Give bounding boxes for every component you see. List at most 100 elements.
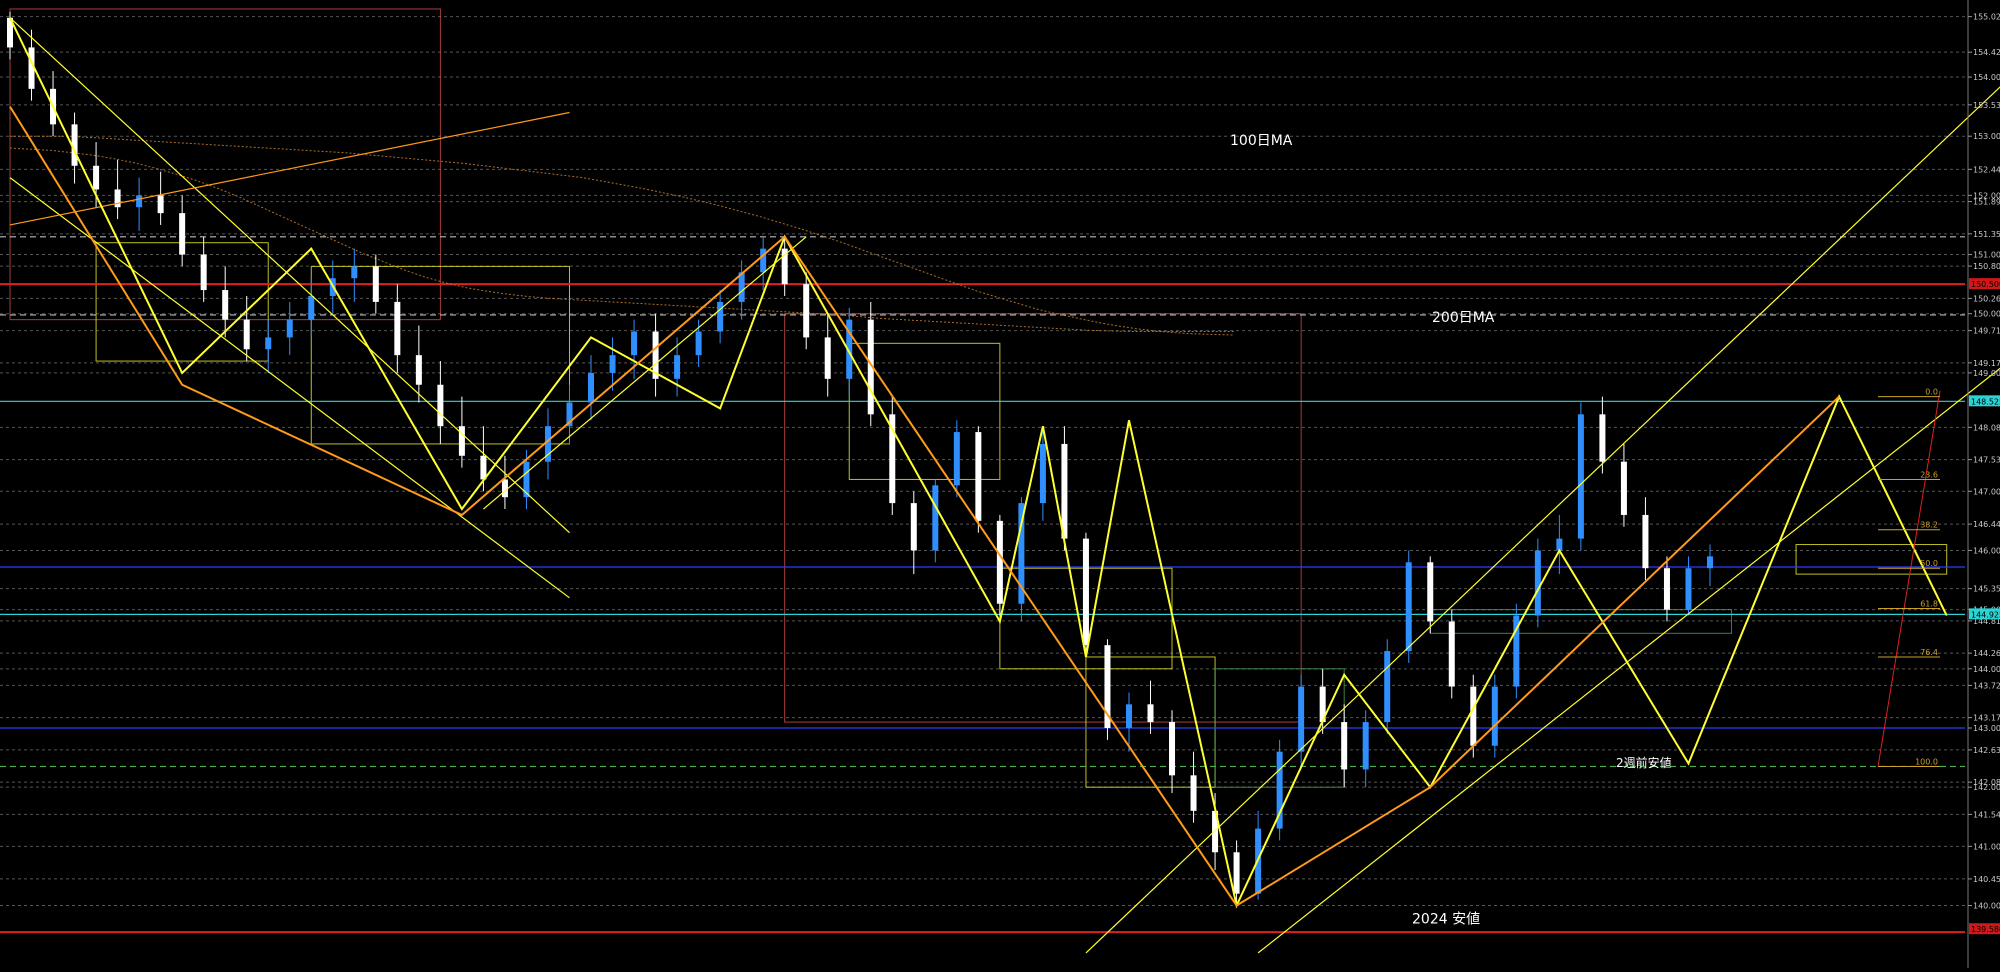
chart-annotation: 200日MA [1432, 310, 1495, 326]
candle-body [265, 337, 272, 350]
candle-body [415, 355, 422, 385]
candle-body [1341, 722, 1348, 770]
candle-body [458, 426, 465, 456]
candle-body [803, 284, 810, 338]
price-axis-label: 150.260 [1973, 294, 2000, 303]
candle-body [1534, 550, 1541, 616]
candle-body [222, 290, 229, 320]
price-axis-label: 147.000 [1973, 487, 2000, 496]
chart-annotation: 2週前安値 [1616, 755, 1672, 770]
price-axis-label: 142.630 [1973, 746, 2000, 755]
candle-body [631, 331, 638, 356]
price-axis-label: 141.000 [1973, 842, 2000, 851]
fibonacci-level-label: 61.8 [1920, 599, 1938, 608]
price-axis-label: 151.350 [1973, 230, 2000, 239]
price-axis-label: 149.170 [1973, 359, 2000, 368]
current-price-tag-label: 139.580 [1971, 925, 2000, 934]
fibonacci-level-label: 23.6 [1920, 470, 1938, 479]
price-axis-label: 149.715 [1973, 327, 2000, 336]
candle-body [1707, 556, 1713, 569]
price-axis-label: 141.540 [1973, 810, 2000, 819]
candle-body [1169, 722, 1176, 776]
candle-body [200, 254, 207, 291]
candle-body [1599, 414, 1606, 462]
candle-body [996, 520, 1003, 604]
fibonacci-level-label: 76.4 [1920, 648, 1938, 657]
candle-body [1642, 514, 1649, 569]
candle-body [1427, 562, 1434, 622]
candle-body [136, 195, 143, 208]
price-axis-label: 150.000 [1973, 310, 2000, 319]
candle-body [609, 355, 616, 373]
candle-body [308, 295, 315, 320]
price-axis-label: 154.000 [1973, 73, 2000, 82]
price-axis-label: 155.020 [1973, 13, 2000, 22]
price-axis-label: 151.895 [1973, 198, 2000, 207]
candle-body [179, 213, 186, 255]
price-axis-label: 142.000 [1973, 783, 2000, 792]
price-chart: 0.0 23.6 38.2 50.0 61.8 76.4 100.0 100日MA 200日M… [0, 0, 2000, 968]
chart-annotation: 100日MA [1230, 133, 1293, 149]
price-axis-label: 152.440 [1973, 165, 2000, 174]
price-axis-label: 143.000 [1973, 724, 2000, 733]
candle-body [1663, 568, 1670, 610]
price-axis-label: 143.175 [1973, 714, 2000, 723]
chart-root: 0.0 23.6 38.2 50.0 61.8 76.4 100.0 100日MA 200日M… [0, 0, 2000, 968]
candle-body [717, 301, 724, 332]
candle-body [93, 165, 100, 190]
candle-body [953, 432, 960, 486]
candle-body [1082, 538, 1089, 646]
candle-body [1577, 414, 1584, 539]
candle-body [932, 485, 939, 551]
candle-body [1233, 852, 1240, 894]
candle-body [351, 266, 358, 279]
candle-body [372, 266, 379, 302]
price-axis-label: 143.720 [1973, 681, 2000, 690]
candle-body [480, 455, 487, 480]
candle-body [1039, 443, 1046, 504]
candle-body [1061, 443, 1068, 539]
price-axis-label: 150.805 [1973, 262, 2000, 271]
chart-annotation: 2024 安値 [1412, 911, 1480, 927]
candle-body [1362, 722, 1369, 770]
fibonacci-level-label: 0.0 [1925, 388, 1938, 397]
candle-body [394, 301, 401, 356]
candle-body [695, 331, 702, 356]
price-axis-label: 153.000 [1973, 132, 2000, 141]
price-axis-label: 145.355 [1973, 585, 2000, 594]
fibonacci-level-label: 38.2 [1920, 521, 1938, 530]
candle-body [286, 319, 293, 338]
price-axis-label: 140.000 [1973, 902, 2000, 911]
price-axis-label: 144.265 [1973, 649, 2000, 658]
candle-body [910, 503, 917, 551]
price-axis-label: 144.000 [1973, 665, 2000, 674]
candle-body [243, 319, 250, 350]
candle-body [1685, 568, 1692, 610]
price-axis-label: 146.000 [1973, 546, 2000, 555]
candle-body [437, 384, 444, 427]
candle-body [1190, 775, 1197, 811]
current-price-tag-label: 144.925 [1971, 610, 2000, 619]
candle-body [1147, 704, 1154, 723]
candle-body [1405, 562, 1412, 652]
candle-body [1470, 686, 1477, 746]
price-axis-label: 153.530 [1973, 101, 2000, 110]
current-price-tag-label: 150.500 [1971, 280, 2000, 289]
price-axis-label: 146.445 [1973, 520, 2000, 529]
candle-body [760, 248, 767, 273]
candle-body [588, 372, 595, 403]
price-axis-label: 149.000 [1973, 369, 2000, 378]
price-axis-label: 151.000 [1973, 251, 2000, 260]
fibonacci-level-label: 50.0 [1920, 559, 1938, 568]
candle-body [1620, 461, 1627, 515]
current-price-tag-label: 148.525 [1971, 397, 2000, 406]
candle-body [157, 195, 164, 214]
candle-body [975, 432, 982, 521]
price-axis-label: 140.450 [1973, 875, 2000, 884]
candle-body [114, 189, 121, 208]
candle-body [1491, 686, 1498, 746]
candle-body [1125, 704, 1132, 728]
candle-body [1384, 651, 1391, 723]
price-axis-label: 154.420 [1973, 48, 2000, 57]
price-axis-label: 148.080 [1973, 423, 2000, 432]
